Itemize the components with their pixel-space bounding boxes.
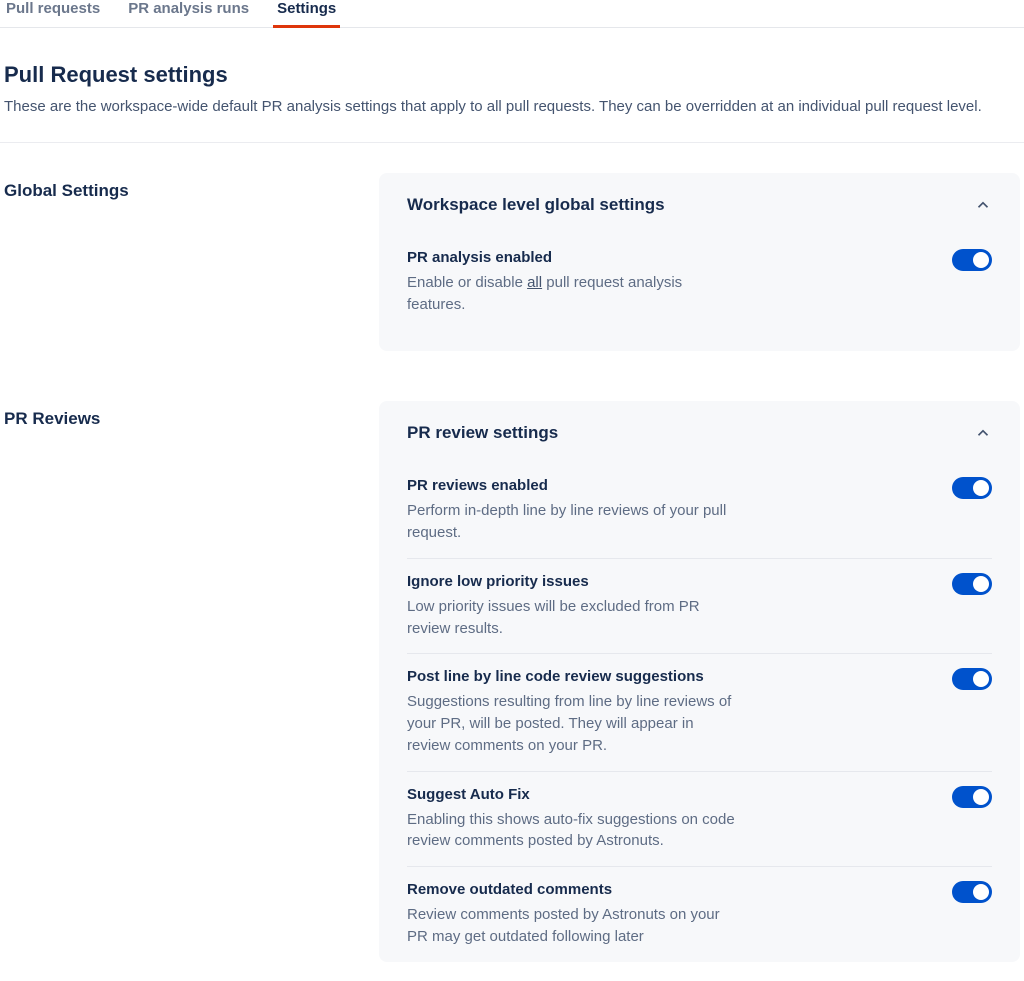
setting-desc: Enable or disable all pull request analy… [407,272,737,316]
setting-title: Ignore low priority issues [407,573,737,590]
setting-ignore-low-priority: Ignore low priority issues Low priority … [407,558,992,654]
setting-pr-analysis-enabled: PR analysis enabled Enable or disable al… [407,235,992,330]
chevron-up-icon[interactable] [974,424,992,442]
setting-desc: Review comments posted by Astronuts on y… [407,904,737,948]
toggle-pr-reviews-enabled[interactable] [952,477,992,499]
page-header: Pull Request settings These are the work… [0,28,1024,143]
tab-pull-requests[interactable]: Pull requests [6,0,100,27]
tabs-bar: Pull requests PR analysis runs Settings [0,0,1024,28]
toggle-pr-analysis-enabled[interactable] [952,249,992,271]
toggle-remove-outdated-comments[interactable] [952,881,992,903]
setting-suggest-auto-fix: Suggest Auto Fix Enabling this shows aut… [407,771,992,867]
toggle-suggest-auto-fix[interactable] [952,786,992,808]
chevron-up-icon[interactable] [974,196,992,214]
panel-reviews: PR review settings PR reviews enabled Pe… [379,401,1020,961]
setting-title: PR analysis enabled [407,249,737,266]
toggle-post-suggestions[interactable] [952,668,992,690]
page-title: Pull Request settings [4,62,1020,88]
setting-title: Post line by line code review suggestion… [407,668,737,685]
panel-global: Workspace level global settings PR analy… [379,173,1020,352]
section-label-global: Global Settings [4,173,359,352]
setting-remove-outdated-comments: Remove outdated comments Review comments… [407,866,992,962]
toggle-ignore-low-priority[interactable] [952,573,992,595]
tab-settings[interactable]: Settings [277,0,336,27]
section-pr-reviews: PR Reviews PR review settings PR reviews… [0,371,1024,961]
setting-title: PR reviews enabled [407,477,737,494]
setting-desc: Perform in-depth line by line reviews of… [407,500,737,544]
panel-title-global: Workspace level global settings [407,195,665,215]
setting-desc: Low priority issues will be excluded fro… [407,596,737,640]
setting-post-suggestions: Post line by line code review suggestion… [407,653,992,770]
setting-desc: Suggestions resulting from line by line … [407,691,737,756]
setting-desc: Enabling this shows auto-fix suggestions… [407,809,737,853]
tab-pr-analysis-runs[interactable]: PR analysis runs [128,0,249,27]
setting-title: Suggest Auto Fix [407,786,737,803]
page-description: These are the workspace-wide default PR … [4,96,994,118]
panel-title-reviews: PR review settings [407,423,558,443]
setting-title: Remove outdated comments [407,881,737,898]
section-label-reviews: PR Reviews [4,401,359,961]
section-global-settings: Global Settings Workspace level global s… [0,143,1024,352]
setting-pr-reviews-enabled: PR reviews enabled Perform in-depth line… [407,463,992,558]
